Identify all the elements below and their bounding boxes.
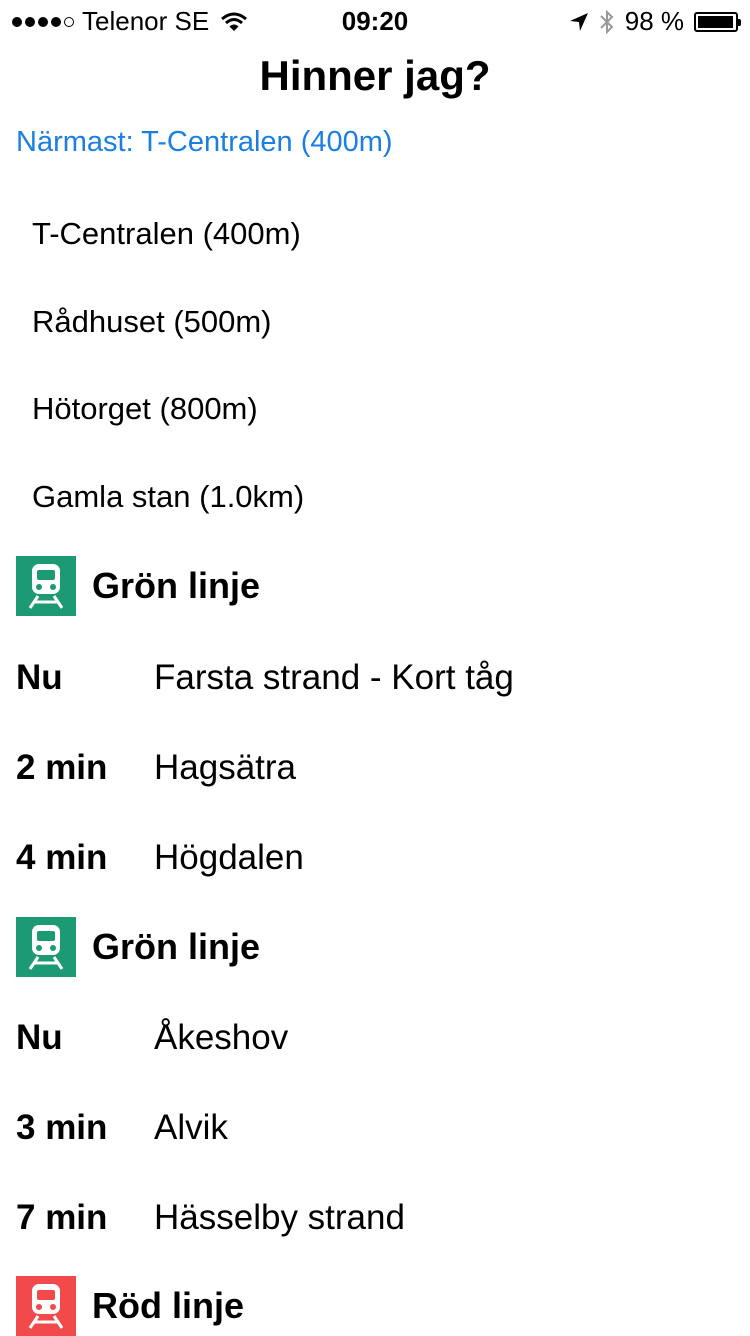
- train-icon: [16, 917, 76, 977]
- departure-destination: Högdalen: [154, 838, 304, 877]
- line-name: Grön linje: [92, 565, 261, 606]
- nearest-station-link[interactable]: Närmast: T-Centralen (400m): [16, 126, 393, 159]
- battery-icon: [694, 11, 741, 32]
- departure-row[interactable]: 7 min Hässelby strand: [16, 1190, 734, 1246]
- departure-destination: Åkeshov: [154, 1018, 289, 1057]
- departure-row[interactable]: 3 min Alvik: [16, 1100, 734, 1156]
- departure-time: Nu: [16, 658, 63, 697]
- departure-time: 4 min: [16, 838, 108, 877]
- departure-time: Nu: [16, 1018, 63, 1057]
- line-header-gron: Grön linje: [16, 556, 260, 616]
- line-header-rod: Röd linje: [16, 1276, 244, 1336]
- departure-row[interactable]: 2 min Hagsätra: [16, 740, 734, 796]
- departure-time: 2 min: [16, 748, 108, 787]
- status-bar: Telenor SE 09:20 98 %: [0, 0, 750, 40]
- station-item-radhuset[interactable]: Rådhuset (500m): [32, 304, 272, 340]
- line-name: Grön linje: [92, 926, 261, 967]
- departure-row[interactable]: Nu Farsta strand - Kort tåg: [16, 650, 734, 706]
- departure-destination: Farsta strand - Kort tåg: [154, 658, 514, 697]
- departure-destination: Hässelby strand: [154, 1198, 405, 1237]
- train-icon: [16, 1276, 76, 1336]
- line-name: Röd linje: [92, 1285, 244, 1326]
- departure-row[interactable]: Nu Åkeshov: [16, 1010, 734, 1066]
- train-icon: [16, 556, 76, 616]
- page-title: Hinner jag?: [259, 52, 491, 99]
- bluetooth-icon: [600, 9, 614, 34]
- departure-time: 3 min: [16, 1108, 108, 1147]
- station-item-gamla-stan[interactable]: Gamla stan (1.0km): [32, 479, 304, 515]
- departure-row[interactable]: 4 min Högdalen: [16, 830, 734, 886]
- station-item-t-centralen[interactable]: T-Centralen (400m): [32, 216, 301, 252]
- line-header-gron: Grön linje: [16, 917, 260, 977]
- station-item-hotorget[interactable]: Hötorget (800m): [32, 391, 258, 427]
- departure-destination: Hagsätra: [154, 748, 297, 787]
- departure-destination: Alvik: [154, 1108, 228, 1147]
- departure-time: 7 min: [16, 1198, 108, 1237]
- battery-percent: 98 %: [624, 6, 684, 36]
- location-arrow-icon: [569, 12, 588, 31]
